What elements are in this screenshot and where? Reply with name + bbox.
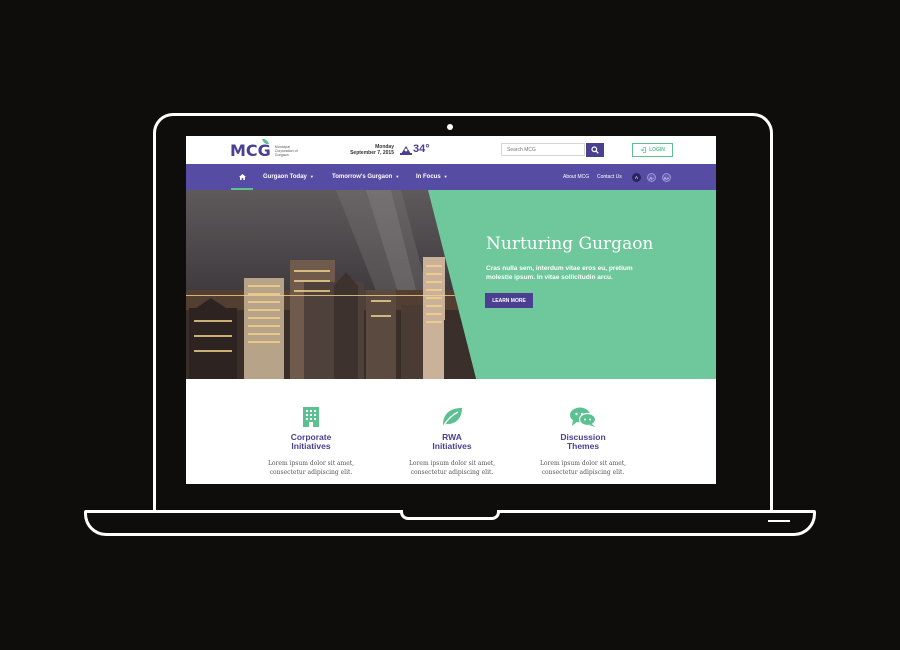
date-display: Monday September 7, 2015 [346, 144, 394, 156]
font-size-decrease-button[interactable]: A- [647, 173, 656, 182]
nav-about[interactable]: About MCG [563, 164, 589, 190]
nav-home[interactable] [231, 164, 253, 190]
weather-icon [400, 146, 412, 155]
main-nav: Gurgaon Today ▼ Tomorrow's Gurgaon ▼ In Fo… [186, 164, 716, 190]
hero-text: Cras nulla sem, interdum vitae eros eu, … [486, 265, 633, 281]
chevron-down-icon: ▼ [395, 174, 400, 179]
feature-text-line: Lorem ipsum dolor sit amet, [539, 460, 627, 467]
leaf-icon [443, 408, 462, 426]
feature-title: Discussion Themes [528, 433, 638, 451]
login-icon [640, 147, 646, 153]
features-section: Corporate Initiatives Lorem ipsum dolor … [186, 379, 716, 484]
feature-text-line: Lorem ipsum dolor sit amet, [267, 460, 355, 467]
chevron-down-icon: ▼ [443, 174, 448, 179]
hero-banner: Nurturing Gurgaon Cras nulla sem, interd… [186, 190, 716, 379]
nav-gurgaon-today[interactable]: Gurgaon Today ▼ [263, 164, 314, 190]
nav-in-focus[interactable]: In Focus ▼ [416, 164, 448, 190]
nav-tomorrows-gurgaon[interactable]: Tomorrow's Gurgaon ▼ [332, 164, 399, 190]
feature-title-line: Themes [566, 441, 600, 451]
site-logo[interactable]: MCG Municipal Corporation of Gurgaon [230, 137, 301, 160]
top-bar: MCG Municipal Corporation of Gurgaon Mon… [186, 136, 716, 164]
font-size-normal-button[interactable]: A [632, 173, 641, 182]
feature-text: Lorem ipsum dolor sit amet, consectetur … [397, 459, 507, 477]
feature-text-line: consectetur adipiscing elit. [410, 469, 494, 476]
logo-subtitle: Municipal Corporation of Gurgaon [274, 144, 298, 157]
feature-text-line: consectetur adipiscing elit. [541, 469, 625, 476]
search-icon [591, 146, 599, 154]
website-screen: MCG Municipal Corporation of Gurgaon Mon… [186, 136, 716, 484]
font-size-increase-button[interactable]: A+ [662, 173, 671, 182]
camera-dot [447, 124, 453, 130]
nav-gurgaon-today-label: Gurgaon Today [263, 174, 307, 180]
temperature: 34° [413, 143, 430, 155]
chevron-down-icon: ▼ [309, 174, 314, 179]
feature-text: Lorem ipsum dolor sit amet, consectetur … [256, 459, 366, 477]
login-button[interactable]: LOGIN [632, 143, 673, 157]
feature-title-line: Initiatives [432, 441, 472, 451]
feature-text-line: Lorem ipsum dolor sit amet, [408, 460, 496, 467]
feature-discussion-themes[interactable]: Discussion Themes Lorem ipsum dolor sit … [528, 379, 638, 477]
nav-in-focus-label: In Focus [416, 174, 441, 180]
date-label: September 7, 2015 [350, 150, 394, 156]
city-skyline-image [186, 190, 476, 379]
nav-contact[interactable]: Contact Us [597, 164, 622, 190]
laptop-led [768, 520, 790, 522]
search-button[interactable] [586, 143, 604, 157]
feature-corporate-initiatives[interactable]: Corporate Initiatives Lorem ipsum dolor … [256, 379, 366, 477]
laptop-notch [400, 510, 500, 520]
feature-title: Corporate Initiatives [256, 433, 366, 451]
hero-title: Nurturing Gurgaon [486, 234, 654, 254]
feature-title: RWA Initiatives [397, 433, 507, 451]
learn-more-button[interactable]: LEARN MORE [485, 293, 533, 308]
nav-tomorrows-gurgaon-label: Tomorrow's Gurgaon [332, 174, 393, 180]
home-icon [238, 174, 246, 180]
building-icon [303, 407, 319, 427]
feature-rwa-initiatives[interactable]: RWA Initiatives Lorem ipsum dolor sit am… [397, 379, 507, 477]
login-label: LOGIN [649, 147, 665, 153]
feature-title-line: Initiatives [291, 441, 331, 451]
search-input[interactable] [501, 143, 585, 156]
feature-text: Lorem ipsum dolor sit amet, consectetur … [528, 459, 638, 477]
feature-text-line: consectetur adipiscing elit. [269, 469, 353, 476]
chat-icon [570, 407, 596, 427]
